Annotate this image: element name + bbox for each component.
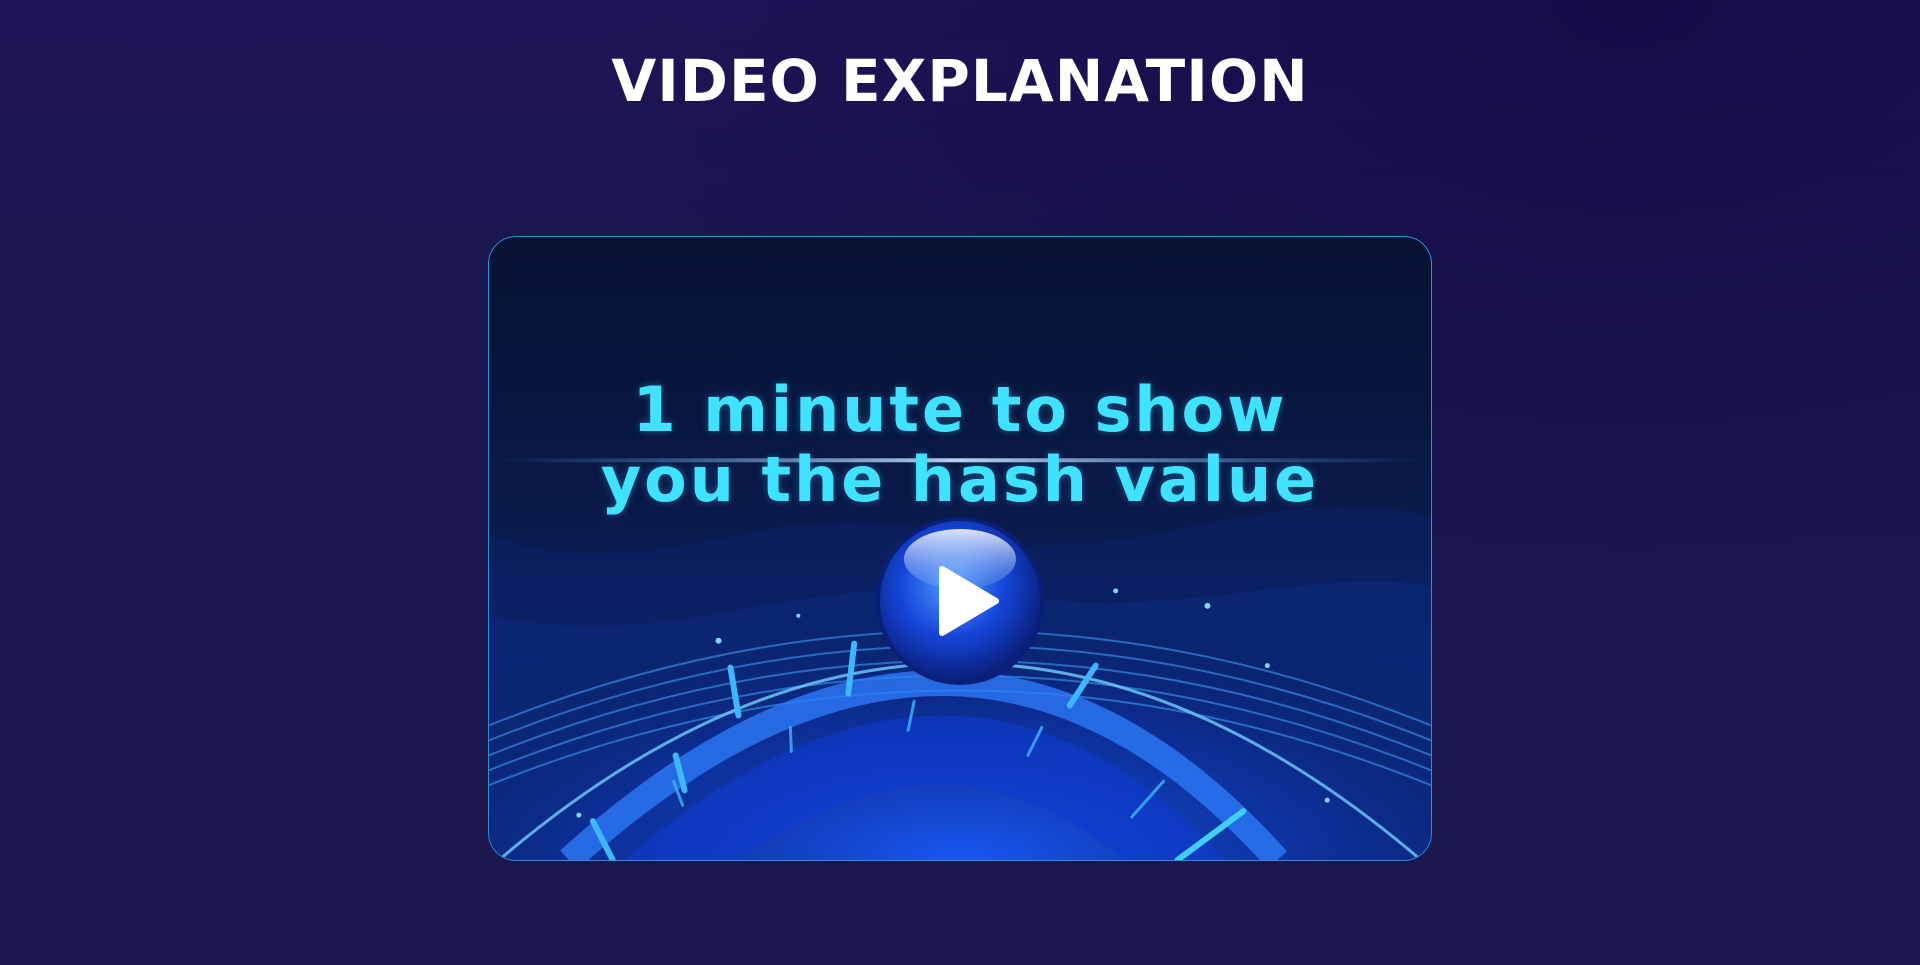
play-button[interactable] xyxy=(874,515,1046,687)
video-caption: 1 minute to show you the hash value xyxy=(489,375,1431,515)
section-title: VIDEO EXPLANATION xyxy=(611,47,1309,115)
video-caption-line-2: you the hash value xyxy=(600,443,1320,516)
video-caption-line-1: 1 minute to show xyxy=(632,373,1288,446)
video-player[interactable]: 1 minute to show you the hash value xyxy=(488,236,1432,861)
play-icon xyxy=(876,517,1044,685)
